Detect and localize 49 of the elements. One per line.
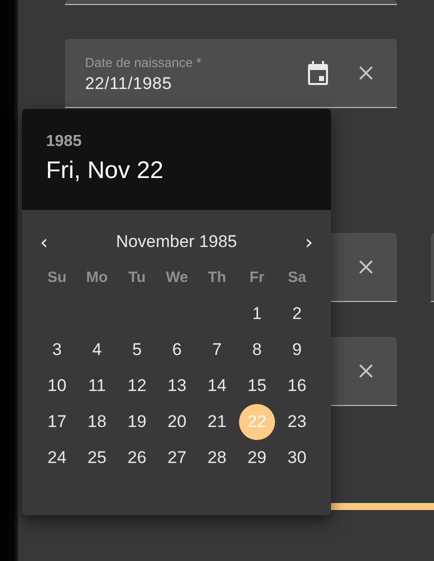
day-button[interactable]: 14 xyxy=(199,368,235,404)
day-button[interactable]: 26 xyxy=(119,440,155,476)
selected-date: Fri, Nov 22 xyxy=(46,157,164,185)
weekday-label: Mo xyxy=(85,268,109,288)
day-button[interactable]: 17 xyxy=(39,404,75,440)
day-button[interactable]: 21 xyxy=(199,404,235,440)
weekday-label: Sa xyxy=(286,268,308,288)
weekday-label: Fr xyxy=(248,268,266,288)
day-button[interactable]: 5 xyxy=(119,332,155,368)
weekday-label: Th xyxy=(206,268,228,288)
weekday-label: We xyxy=(164,268,190,288)
month-label: November 1985 xyxy=(116,232,237,252)
year-label[interactable]: 1985 xyxy=(46,133,307,151)
day-button[interactable]: 18 xyxy=(79,404,115,440)
field-label: Date de naissance * xyxy=(85,54,202,70)
day-button[interactable]: 8 xyxy=(239,332,275,368)
close-icon[interactable] xyxy=(359,260,373,274)
day-button[interactable]: 10 xyxy=(39,368,75,404)
text-field[interactable] xyxy=(65,0,397,5)
weekday-label: Su xyxy=(46,268,68,288)
day-button[interactable]: 6 xyxy=(159,332,195,368)
day-button[interactable]: 19 xyxy=(119,404,155,440)
day-button[interactable]: 23 xyxy=(279,404,315,440)
day-button[interactable]: 13 xyxy=(159,368,195,404)
day-button[interactable]: 30 xyxy=(279,440,315,476)
day-button[interactable]: 9 xyxy=(279,332,315,368)
field-value: 22/11/1985 xyxy=(85,74,173,94)
day-button[interactable]: 27 xyxy=(159,440,195,476)
day-button[interactable]: 15 xyxy=(239,368,275,404)
close-icon[interactable] xyxy=(359,66,373,80)
day-button[interactable]: 12 xyxy=(119,368,155,404)
day-button[interactable]: 20 xyxy=(159,404,195,440)
day-button[interactable]: 25 xyxy=(79,440,115,476)
day-button[interactable]: 24 xyxy=(39,440,75,476)
close-icon[interactable] xyxy=(359,364,373,378)
day-button[interactable]: 1 xyxy=(239,296,275,332)
day-button[interactable]: 29 xyxy=(239,440,275,476)
weekday-label: Tu xyxy=(127,268,147,288)
day-button[interactable]: 7 xyxy=(199,332,235,368)
day-button[interactable]: 28 xyxy=(199,440,235,476)
day-button[interactable]: 11 xyxy=(79,368,115,404)
day-button[interactable]: 16 xyxy=(279,368,315,404)
day-button[interactable]: 3 xyxy=(39,332,75,368)
day-button[interactable]: 4 xyxy=(79,332,115,368)
previous-month-button[interactable]: ‹ xyxy=(36,232,52,252)
date-field[interactable]: Date de naissance * 22/11/1985 xyxy=(65,39,397,108)
next-month-button[interactable]: › xyxy=(301,232,317,252)
day-button[interactable]: 2 xyxy=(279,296,315,332)
calendar-icon[interactable] xyxy=(307,61,329,85)
